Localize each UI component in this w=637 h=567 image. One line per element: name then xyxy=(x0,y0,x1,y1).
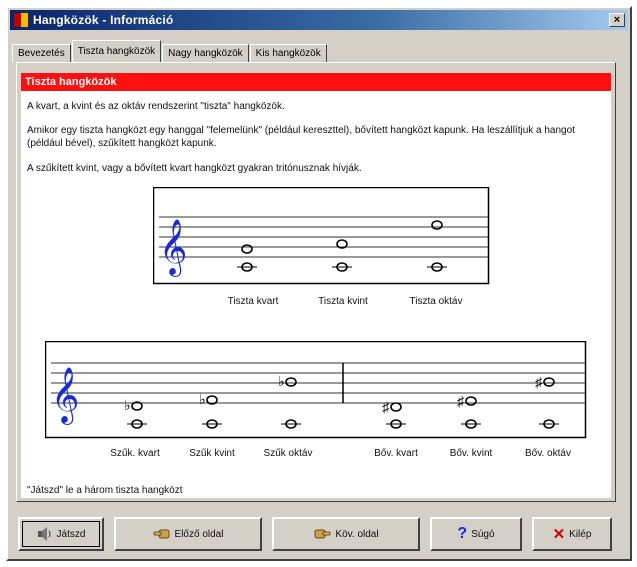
content-page: Tiszta hangközök A kvart, a kvint és az … xyxy=(21,73,611,498)
staff-frame xyxy=(153,187,490,285)
next-page-button-label: Köv. oldal xyxy=(335,528,379,540)
caption-bov-oktav: Bőv. oktáv xyxy=(525,448,571,459)
caption-szuk-oktav: Szűk oktáv xyxy=(264,448,313,459)
help-button[interactable]: ? Súgó xyxy=(430,517,522,551)
caption-tiszta-oktav: Tiszta oktáv xyxy=(410,296,463,307)
question-icon: ? xyxy=(457,525,468,542)
caption-bov-kvint: Bőv. kvint xyxy=(450,448,493,459)
tab-panel: Tiszta hangközök A kvart, a kvint és az … xyxy=(16,62,616,502)
caption-bov-kvart: Bőv. kvart xyxy=(374,448,418,459)
flat-icon: ♭ xyxy=(199,391,206,407)
caption-szuk-kvint: Szűk kvint xyxy=(189,448,235,459)
paragraph-3: A szűkített kvint, vagy a bővített kvart… xyxy=(27,163,362,174)
play-hint: "Játszd" le a három tiszta hangközt xyxy=(27,485,183,496)
tab-strip: Bevezetés Tiszta hangközök Nagy hangközö… xyxy=(12,40,328,62)
prev-page-button-label: Előző oldal xyxy=(174,528,224,540)
caption-tiszta-kvint: Tiszta kvint xyxy=(318,296,368,307)
flat-icon: ♭ xyxy=(278,373,285,389)
treble-clef-icon: 𝄞 xyxy=(51,368,79,425)
close-button[interactable]: × xyxy=(609,13,625,27)
hand-left-icon xyxy=(153,528,171,540)
title-bar: Hangközök - Információ × xyxy=(10,10,628,30)
tab-kis-hangkozok[interactable]: Kis hangközök xyxy=(249,44,327,62)
staff-perfect-intervals: 𝄞 Tiszta kvart Tiszta kvint Tiszta oktáv xyxy=(153,187,490,307)
sharp-icon: ♯ xyxy=(457,393,465,409)
tab-tiszta-hangkozok[interactable]: Tiszta hangközök xyxy=(71,40,162,62)
hand-right-icon xyxy=(313,528,331,540)
tab-nagy-hangkozok[interactable]: Nagy hangközök xyxy=(162,44,249,62)
sharp-icon: ♯ xyxy=(382,399,390,415)
exit-button-label: Kilép xyxy=(569,528,592,540)
sharp-icon: ♯ xyxy=(535,374,543,390)
caption-tiszta-kvart: Tiszta kvart xyxy=(228,296,279,307)
section-heading: Tiszta hangközök xyxy=(21,73,611,91)
paragraph-1: A kvart, a kvint és az oktáv rendszerint… xyxy=(27,101,285,112)
play-button-label: Játszd xyxy=(56,528,86,540)
button-bar: Játszd Előző oldal Köv. oldal ? Súgó ✕ K… xyxy=(10,517,620,553)
prev-page-button[interactable]: Előző oldal xyxy=(114,517,262,551)
next-page-button[interactable]: Köv. oldal xyxy=(272,517,420,551)
caption-szuk-kvart: Szűk. kvart xyxy=(110,448,160,459)
tab-bevezetes[interactable]: Bevezetés xyxy=(12,44,71,62)
speaker-icon xyxy=(37,527,53,541)
play-button[interactable]: Játszd xyxy=(18,517,104,551)
staff-frame xyxy=(45,341,587,439)
help-button-label: Súgó xyxy=(471,528,495,540)
x-icon: ✕ xyxy=(552,526,566,543)
paragraph-2: Amikor egy tiszta hangközt egy hanggal "… xyxy=(27,125,575,149)
exit-button[interactable]: ✕ Kilép xyxy=(532,517,612,551)
app-icon xyxy=(14,13,28,27)
flat-icon: ♭ xyxy=(124,397,131,413)
window-title: Hangközök - Információ xyxy=(33,13,174,27)
treble-clef-icon: 𝄞 xyxy=(159,220,187,277)
staff-altered-intervals: 𝄞 ♭ ♭ ♭ ♯ ♯ ♯ Szűk. kvart Szűk kvint Szű… xyxy=(45,341,587,459)
